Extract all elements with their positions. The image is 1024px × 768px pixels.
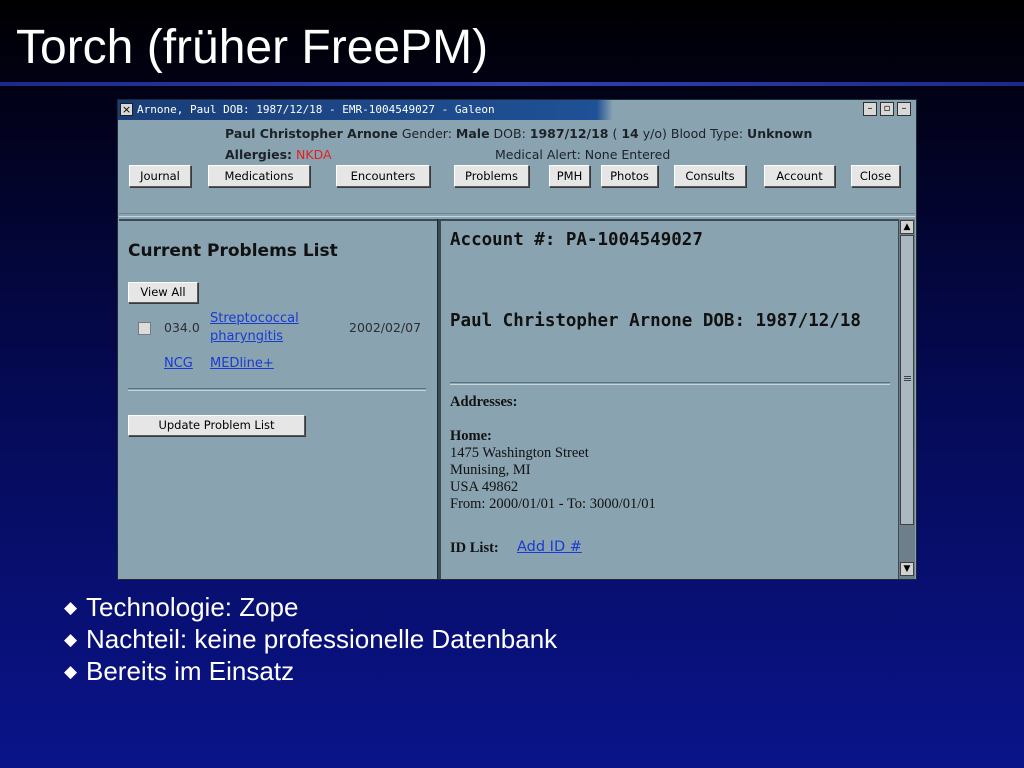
bullet-text: Technologie: Zope — [86, 592, 299, 622]
scroll-down-icon[interactable]: ▼ — [900, 562, 914, 576]
account-number-heading: Account #: PA-1004549027 — [450, 230, 703, 250]
address-city: Munising, MI — [450, 462, 531, 478]
pmh-button[interactable]: PMH — [549, 165, 590, 187]
consults-button[interactable]: Consults — [674, 165, 746, 187]
medications-button[interactable]: Medications — [208, 165, 310, 187]
dob-value: 1987/12/18 — [529, 126, 609, 141]
scroll-thumb[interactable] — [900, 235, 914, 525]
age-open: ( — [612, 126, 618, 141]
close-button[interactable]: Close — [851, 165, 900, 187]
patient-summary: Paul Christopher Arnone Gender: Male DOB… — [225, 126, 812, 141]
id-list-label: ID List: — [450, 540, 499, 556]
problems-frame: Current Problems List View All 034.0 Str… — [119, 219, 437, 577]
address-country-zip: USA 49862 — [450, 479, 519, 495]
diamond-bullet-icon: ◆ — [64, 662, 78, 681]
header-divider — [119, 213, 915, 217]
bullet-list: ◆ Technologie: Zope ◆ Nachteil: keine pr… — [62, 591, 557, 687]
home-label: Home: — [450, 428, 492, 444]
allergies-label: Allergies: — [225, 147, 293, 162]
medical-alert: Medical Alert: None Entered — [495, 147, 671, 162]
problem-checkbox[interactable] — [138, 322, 151, 335]
window-titlebar[interactable]: × Arnone, Paul DOB: 1987/12/18 - EMR-100… — [118, 100, 916, 120]
bullet-item: ◆ Nachteil: keine professionelle Datenba… — [62, 623, 557, 655]
window-title: Arnone, Paul DOB: 1987/12/18 - EMR-10045… — [137, 103, 495, 116]
bullet-item: ◆ Bereits im Einsatz — [62, 655, 557, 687]
account-button[interactable]: Account — [764, 165, 835, 187]
allergies-row: Allergies: NKDA — [225, 147, 332, 162]
minimize-icon[interactable]: – — [863, 102, 877, 116]
account-patient-heading: Paul Christopher Arnone DOB: 1987/12/18 — [450, 311, 861, 331]
age-unit: y/o) — [642, 126, 667, 141]
blood-type-label: Blood Type: — [670, 126, 744, 141]
slide-title: Torch (früher FreePM) — [16, 21, 489, 74]
close-icon[interactable]: – — [897, 102, 911, 116]
view-all-button[interactable]: View All — [128, 282, 198, 303]
bullet-text: Nachteil: keine professionelle Datenbank — [86, 624, 558, 654]
add-id-link[interactable]: Add ID # — [517, 539, 582, 555]
window-menu-icon[interactable]: × — [120, 103, 133, 116]
gender-label: Gender: — [401, 126, 452, 141]
dob-label: DOB: — [493, 126, 526, 141]
gender-value: Male — [455, 126, 490, 141]
problems-title: Current Problems List — [128, 241, 338, 261]
journal-button[interactable]: Journal — [129, 165, 191, 187]
grip-icon — [904, 376, 911, 377]
photos-button[interactable]: Photos — [601, 165, 658, 187]
diamond-bullet-icon: ◆ — [64, 630, 78, 649]
blood-type-value: Unknown — [747, 126, 813, 141]
diamond-bullet-icon: ◆ — [64, 598, 78, 617]
account-scrollbar[interactable]: ▲ ▼ — [898, 219, 915, 579]
problem-name-link[interactable]: Streptococcal pharyngitis — [210, 310, 320, 346]
problem-date: 2002/02/07 — [349, 320, 422, 335]
age-value: 14 — [621, 126, 639, 141]
maximize-icon[interactable]: ▫ — [880, 102, 894, 116]
problems-button[interactable]: Problems — [454, 165, 529, 187]
medline-link[interactable]: MEDline+ — [210, 356, 274, 371]
patient-name: Paul Christopher Arnone — [225, 126, 398, 141]
addresses-label: Addresses: — [450, 394, 518, 410]
ncg-link[interactable]: NCG — [164, 356, 193, 371]
problem-code: 034.0 — [164, 320, 200, 335]
browser-window: × Arnone, Paul DOB: 1987/12/18 - EMR-100… — [117, 99, 917, 580]
allergies-value: NKDA — [296, 147, 332, 162]
bullet-item: ◆ Technologie: Zope — [62, 591, 557, 623]
bullet-text: Bereits im Einsatz — [86, 656, 295, 686]
account-frame: Account #: PA-1004549027 Paul Christophe… — [441, 219, 898, 577]
title-underline — [0, 82, 1024, 86]
account-divider — [450, 382, 890, 385]
scroll-up-icon[interactable]: ▲ — [900, 220, 914, 234]
address-period: From: 2000/01/01 - To: 3000/01/01 — [450, 496, 656, 512]
update-problem-list-button[interactable]: Update Problem List — [128, 415, 305, 436]
address-street: 1475 Washington Street — [450, 445, 589, 461]
encounters-button[interactable]: Encounters — [336, 165, 430, 187]
problems-divider — [128, 388, 426, 391]
